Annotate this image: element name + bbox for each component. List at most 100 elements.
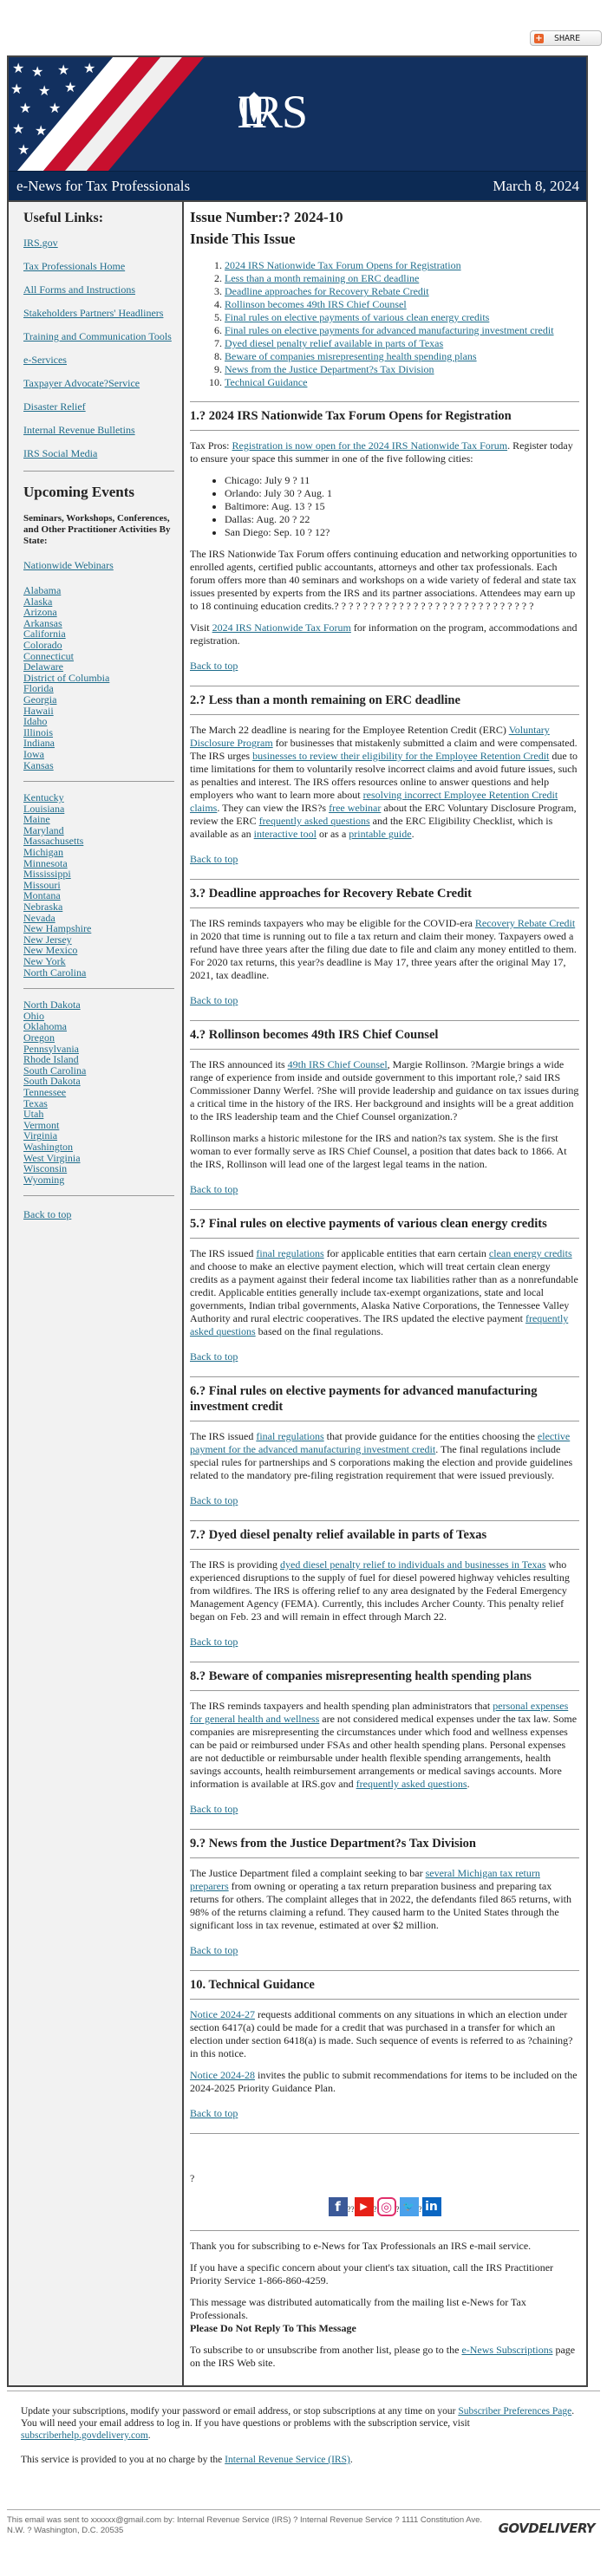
useful-link[interactable]: Internal Revenue Bulletins bbox=[23, 424, 174, 436]
webinar-link[interactable]: free webinar bbox=[329, 802, 381, 814]
back-to-top-link[interactable]: Back to top bbox=[190, 2107, 238, 2120]
toc-link[interactable]: 2024 IRS Nationwide Tax Forum Opens for … bbox=[225, 259, 461, 271]
notice-2024-27-link[interactable]: Notice 2024-27 bbox=[190, 2008, 255, 2020]
state-link[interactable]: Arizona bbox=[23, 607, 174, 618]
chief-counsel-link[interactable]: 49th IRS Chief Counsel bbox=[288, 1058, 388, 1070]
state-link[interactable]: Rhode Island bbox=[23, 1054, 174, 1065]
erc-eligibility-link[interactable]: businesses to review their eligibility f… bbox=[252, 750, 549, 762]
instagram-icon[interactable]: ◎ bbox=[376, 2197, 396, 2216]
state-link[interactable]: Kansas bbox=[23, 759, 174, 771]
notice-2024-28-link[interactable]: Notice 2024-28 bbox=[190, 2069, 255, 2081]
sent-to-text: This email was sent to xxxxxx@gmail.com … bbox=[7, 2515, 483, 2535]
divider bbox=[190, 1049, 579, 1050]
toc-item: Rollinson becomes 49th IRS Chief Counsel bbox=[225, 298, 579, 311]
state-link[interactable]: North Carolina bbox=[23, 966, 174, 979]
final-regulations-link[interactable]: final regulations bbox=[256, 1430, 323, 1442]
toc-link[interactable]: Beware of companies misrepresenting heal… bbox=[225, 350, 477, 362]
state-link[interactable]: Oregon bbox=[23, 1032, 174, 1044]
state-link[interactable]: Wyoming bbox=[23, 1174, 174, 1186]
nationwide-webinars-link[interactable]: Nationwide Webinars bbox=[23, 559, 174, 571]
state-link[interactable]: Utah bbox=[23, 1109, 174, 1120]
state-link[interactable]: Alabama bbox=[23, 585, 174, 596]
toc-link[interactable]: Final rules on elective payments of vari… bbox=[225, 311, 489, 323]
state-link[interactable]: New Hampshire bbox=[23, 923, 174, 934]
back-to-top-link[interactable]: Back to top bbox=[190, 1803, 238, 1816]
back-to-top-link[interactable]: Back to top bbox=[190, 660, 238, 673]
state-link[interactable]: Michigan bbox=[23, 847, 174, 858]
toc-link[interactable]: Rollinson becomes 49th IRS Chief Counsel bbox=[225, 298, 407, 310]
section-title: 9.? News from the Justice Department?s T… bbox=[190, 1837, 476, 1851]
section-title: 4.? Rollinson becomes 49th IRS Chief Cou… bbox=[190, 1028, 439, 1042]
back-to-top-link[interactable]: Back to top bbox=[190, 1494, 238, 1507]
state-link[interactable]: New York bbox=[23, 956, 174, 967]
toc-link[interactable]: Deadline approaches for Recovery Rebate … bbox=[225, 285, 429, 297]
linkedin-icon[interactable]: in bbox=[421, 2197, 441, 2216]
erc-faq-link[interactable]: frequently asked questions bbox=[259, 815, 370, 827]
forum-registration-link[interactable]: Registration is now open for the 2024 IR… bbox=[232, 439, 508, 452]
toc-link[interactable]: Dyed diesel penalty relief available in … bbox=[225, 337, 443, 349]
state-link[interactable]: Texas bbox=[23, 1097, 174, 1109]
state-link[interactable]: Mississippi bbox=[23, 868, 174, 880]
useful-link[interactable]: IRS Social Media bbox=[23, 447, 174, 459]
useful-link[interactable]: Training and Communication Tools bbox=[23, 330, 174, 342]
state-link[interactable]: Georgia bbox=[23, 694, 174, 706]
twitter-icon[interactable]: 🐦 bbox=[399, 2197, 419, 2216]
useful-link[interactable]: Disaster Relief bbox=[23, 400, 174, 413]
text-run: that provide guidance for the entities c… bbox=[323, 1430, 538, 1442]
share-button[interactable]: + SHARE bbox=[530, 30, 602, 46]
enews-subscriptions-link[interactable]: e-News Subscriptions bbox=[461, 2344, 552, 2356]
state-link[interactable]: Tennessee bbox=[23, 1087, 174, 1098]
subscriber-help-link[interactable]: subscriberhelp.govdelivery.com bbox=[21, 2430, 148, 2441]
state-link[interactable]: North Dakota bbox=[23, 999, 174, 1011]
useful-link[interactable]: IRS.gov bbox=[23, 237, 174, 249]
text-run: The IRS issued bbox=[190, 1430, 257, 1442]
section-paragraph: Visit 2024 IRS Nationwide Tax Forum for … bbox=[190, 621, 579, 647]
state-link[interactable]: Iowa bbox=[23, 749, 174, 760]
state-link[interactable]: Delaware bbox=[23, 661, 174, 673]
irs-link[interactable]: Internal Revenue Service (IRS) bbox=[225, 2455, 350, 2465]
text-run: for applicable entities that earn certai… bbox=[323, 1247, 489, 1259]
youtube-icon[interactable]: ▶ bbox=[354, 2197, 374, 2216]
state-link[interactable]: Nebraska bbox=[23, 901, 174, 913]
dyed-diesel-relief-link[interactable]: dyed diesel penalty relief to individual… bbox=[280, 1558, 546, 1571]
subscribe-text: To subscribe to or unsubscribe from anot… bbox=[190, 2344, 579, 2370]
state-link[interactable]: Kentucky bbox=[23, 792, 174, 803]
toc-link[interactable]: Less than a month remaining on ERC deadl… bbox=[225, 272, 419, 284]
toc-item: Beware of companies misrepresenting heal… bbox=[225, 350, 579, 363]
back-to-top-link[interactable]: Back to top bbox=[190, 1183, 238, 1196]
back-to-top-link[interactable]: Back to top bbox=[190, 1944, 238, 1957]
back-to-top-link[interactable]: Back to top bbox=[190, 1350, 238, 1363]
state-link[interactable]: Colorado bbox=[23, 640, 174, 651]
back-to-top-link[interactable]: Back to top bbox=[190, 1636, 238, 1649]
subscriber-preferences-link[interactable]: Subscriber Preferences Page bbox=[458, 2406, 571, 2417]
state-link[interactable]: Washington bbox=[23, 1142, 174, 1153]
clean-energy-credits-link[interactable]: clean energy credits bbox=[489, 1247, 572, 1259]
toc-link[interactable]: Final rules on elective payments for adv… bbox=[225, 324, 554, 336]
recovery-rebate-link[interactable]: Recovery Rebate Credit bbox=[475, 917, 575, 929]
facebook-icon[interactable]: f bbox=[328, 2197, 348, 2216]
health-faq-link[interactable]: frequently asked questions bbox=[356, 1778, 467, 1790]
final-regulations-link[interactable]: final regulations bbox=[256, 1247, 323, 1259]
state-link[interactable]: Indiana bbox=[23, 738, 174, 749]
table-of-contents: 2024 IRS Nationwide Tax Forum Opens for … bbox=[190, 259, 579, 389]
govdelivery-logo[interactable]: GOVDELIVERY bbox=[499, 2521, 596, 2536]
toc-link[interactable]: News from the Justice Department?s Tax D… bbox=[225, 363, 434, 375]
sidebar-back-to-top-link[interactable]: Back to top bbox=[23, 1208, 174, 1220]
useful-link[interactable]: Tax Professionals Home bbox=[23, 260, 174, 272]
state-link[interactable]: Wisconsin bbox=[23, 1163, 174, 1174]
back-to-top-link[interactable]: Back to top bbox=[190, 994, 238, 1007]
useful-link[interactable]: Stakeholders Partners' Headliners bbox=[23, 307, 174, 319]
state-link[interactable]: Idaho bbox=[23, 716, 174, 727]
divider bbox=[190, 1690, 579, 1691]
forum-link[interactable]: 2024 IRS Nationwide Tax Forum bbox=[212, 621, 351, 634]
state-link[interactable]: Maine bbox=[23, 814, 174, 825]
useful-link[interactable]: All Forms and Instructions bbox=[23, 283, 174, 296]
printable-guide-link[interactable]: printable guide bbox=[349, 828, 411, 840]
useful-link[interactable]: Taxpayer Advocate?Service bbox=[23, 377, 174, 389]
toc-link[interactable]: Technical Guidance bbox=[225, 376, 307, 388]
back-to-top-link[interactable]: Back to top bbox=[190, 853, 238, 866]
irs-logo: IRS bbox=[237, 88, 308, 135]
useful-link[interactable]: e-Services bbox=[23, 354, 174, 366]
interactive-tool-link[interactable]: interactive tool bbox=[254, 828, 317, 840]
forum-cities-list: Chicago: July 9 ? 11Orlando: July 30 ? A… bbox=[190, 474, 579, 539]
